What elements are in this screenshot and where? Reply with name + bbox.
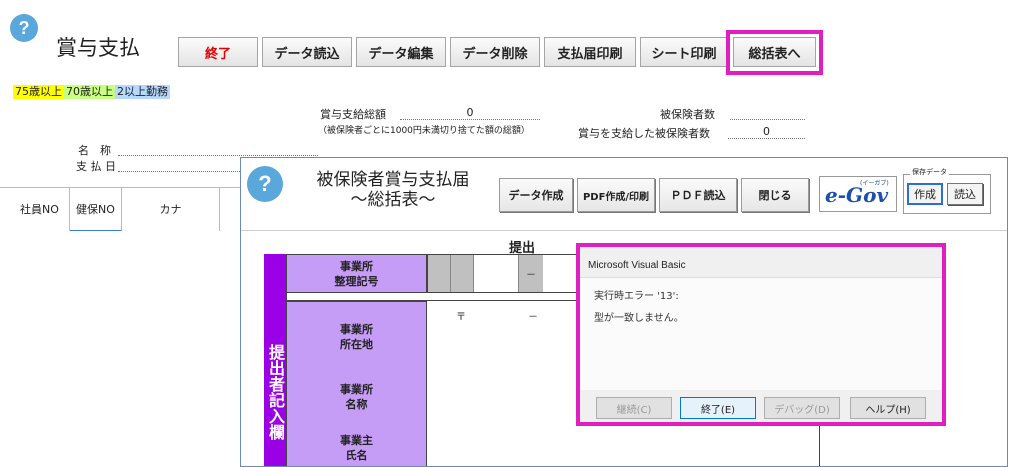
date-label: 支 払 日: [76, 160, 116, 173]
header-insurance-no: 健保NO: [70, 187, 122, 231]
dialog-end-button[interactable]: 終了(E): [680, 397, 756, 419]
owner-name-label: 事業主 氏名: [286, 423, 427, 466]
window-title-line1: 被保険者賞与支払届: [316, 170, 470, 190]
insured-label: 被保険者数: [660, 108, 715, 121]
help-button[interactable]: ヘルプ(H): [850, 397, 926, 419]
egov-logo-small: (イーガブ): [860, 180, 889, 187]
window-title-line2: ～総括表～: [350, 190, 436, 210]
office-number-label: 事業所 整理記号: [286, 254, 427, 293]
data-delete-button[interactable]: データ削除: [450, 37, 540, 67]
side-label: 提出者記入欄: [264, 254, 286, 466]
form-divider: [241, 230, 1007, 231]
saved-read-button[interactable]: 読込: [947, 183, 983, 205]
age-legend: 75歳以上 70歳以上 2以上勤務: [13, 80, 170, 99]
office-address-label: 事業所 所在地: [286, 301, 427, 371]
office-cell-4: [543, 255, 576, 292]
debug-button[interactable]: デバッグ(D): [764, 397, 840, 419]
office-cell-2: [451, 255, 474, 292]
end-button[interactable]: 終了: [178, 37, 258, 67]
total-label: 賞与支給総額: [320, 108, 386, 121]
close-button[interactable]: 閉じる: [741, 178, 809, 212]
legend-multi: 2以上勤務: [115, 85, 170, 99]
print-sheet-button[interactable]: シート印刷: [640, 37, 728, 67]
legend-75: 75歳以上: [13, 85, 64, 99]
name-label: 名 称: [78, 144, 111, 157]
print-report-button[interactable]: 支払届印刷: [544, 37, 636, 67]
header-kana: カナ: [122, 187, 220, 231]
page-title: 賞与支払: [56, 36, 140, 60]
dialog-title: Microsoft Visual Basic: [588, 260, 686, 271]
saved-create-button[interactable]: 作成: [907, 183, 943, 205]
data-edit-button[interactable]: データ編集: [356, 37, 446, 67]
insured-value: [730, 106, 805, 120]
egov-logo[interactable]: e-Gov (イーガブ): [819, 176, 897, 212]
paid-value: 0: [728, 125, 805, 139]
date-field[interactable]: [118, 158, 240, 172]
office-cell-3: [474, 255, 519, 292]
window-title: 被保険者賞与支払届 ～総括表～: [303, 170, 483, 210]
total-note: （被保険者ごとに1000円未満切り捨てた額の総額）: [318, 126, 530, 136]
office-name-label: 事業所 名称: [286, 371, 427, 423]
office-dash: －: [519, 255, 543, 292]
window-help-icon[interactable]: ?: [247, 166, 283, 202]
postal-mark: 〒: [456, 312, 466, 323]
error-dialog: Microsoft Visual Basic 実行時エラー '13': 型が一致…: [576, 243, 946, 426]
pdf-print-button[interactable]: PDF作成/印刷: [577, 178, 655, 212]
pdf-read-button[interactable]: ＰＤＦ読込: [659, 178, 737, 212]
saved-data-group: 保存データ 作成 読込: [903, 167, 991, 214]
dialog-error-line: 実行時エラー '13':: [594, 291, 679, 302]
right-vertical-line: [819, 423, 820, 466]
row-gap: [286, 293, 577, 301]
dialog-message: 型が一致しません。: [594, 313, 684, 324]
name-field[interactable]: [118, 142, 318, 156]
office-cell-1: [428, 255, 451, 292]
data-read-button[interactable]: データ読込: [262, 37, 352, 67]
header-employee-no: 社員NO: [10, 187, 70, 231]
help-icon[interactable]: ?: [10, 14, 38, 42]
continue-button[interactable]: 継続(C): [596, 397, 672, 419]
summary-button[interactable]: 総括表へ: [733, 37, 816, 67]
postal-dash: －: [528, 312, 538, 323]
office-number-cells[interactable]: －: [427, 254, 577, 293]
legend-70: 70歳以上: [64, 85, 115, 99]
paid-label: 賞与を支給した被保険者数: [578, 127, 710, 140]
total-value: 0: [400, 106, 540, 120]
create-data-button[interactable]: データ作成: [499, 178, 573, 212]
saved-data-caption: 保存データ: [910, 167, 949, 177]
